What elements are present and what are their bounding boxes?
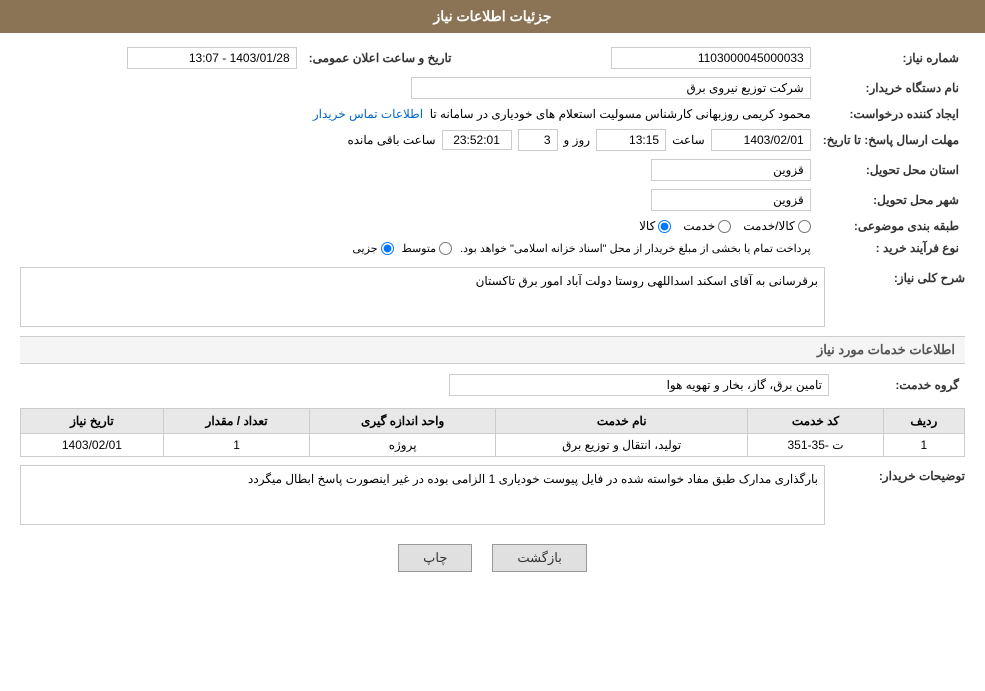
- row-service-group: گروه خدمت:: [20, 370, 965, 400]
- header-title: جزئیات اطلاعات نیاز: [433, 8, 551, 24]
- col-service-name: نام خدمت: [496, 409, 748, 434]
- col-unit: واحد اندازه گیری: [310, 409, 496, 434]
- buyer-name-input[interactable]: [411, 77, 811, 99]
- row-buyer-name: نام دستگاه خریدار:: [20, 73, 965, 103]
- cell-row: 1: [883, 434, 964, 457]
- purchase-type-note: پرداخت تمام یا بخشی از مبلغ خریدار از مح…: [460, 242, 811, 255]
- send-days-input[interactable]: [518, 129, 558, 151]
- need-description-label: شرح کلی نیاز:: [835, 267, 965, 285]
- send-time-label: ساعت: [672, 133, 705, 147]
- purchase-type-row: پرداخت تمام یا بخشی از مبلغ خریدار از مح…: [26, 242, 811, 255]
- radio-motavaset-label: متوسط: [402, 242, 437, 255]
- col-date: تاریخ نیاز: [21, 409, 164, 434]
- table-row: 1ت -35-351تولید، انتقال و توزیع برقپروژه…: [21, 434, 965, 457]
- buyer-notes-textarea[interactable]: بارگذاری مدارک طبق مفاد خواسته شده در فا…: [20, 465, 825, 525]
- category-radio-group: کالا/خدمت خدمت کالا: [26, 219, 811, 233]
- services-table-header-row: ردیف کد خدمت نام خدمت واحد اندازه گیری ت…: [21, 409, 965, 434]
- main-content: شماره نیاز: تاریخ و ساعت اعلان عمومی: نا…: [0, 33, 985, 598]
- send-date-input[interactable]: [711, 129, 811, 151]
- row-send-date: مهلت ارسال پاسخ: تا تاریخ: ساعت روز و 23…: [20, 125, 965, 155]
- creator-label: ایجاد کننده درخواست:: [817, 103, 965, 125]
- service-group-label: گروه خدمت:: [835, 370, 965, 400]
- print-button[interactable]: چاپ: [398, 544, 472, 572]
- radio-kala-label: کالا: [639, 219, 655, 233]
- back-button[interactable]: بازگشت: [492, 544, 586, 572]
- col-service-code: کد خدمت: [748, 409, 883, 434]
- radio-kala[interactable]: کالا: [639, 219, 671, 233]
- city-input[interactable]: [651, 189, 811, 211]
- announce-date-label: تاریخ و ساعت اعلان عمومی:: [303, 43, 458, 73]
- radio-khedmat[interactable]: خدمت: [683, 219, 731, 233]
- radio-kala-khedmat[interactable]: کالا/خدمت: [743, 219, 810, 233]
- send-remaining-label: ساعت باقی مانده: [347, 133, 435, 147]
- page-header: جزئیات اطلاعات نیاز: [0, 0, 985, 33]
- radio-jozei[interactable]: جزیی: [352, 242, 393, 255]
- creator-value: محمود کریمی روزبهانی کارشناس مسولیت استع…: [430, 107, 811, 121]
- cell-quantity: 1: [163, 434, 309, 457]
- radio-jozei-label: جزیی: [352, 242, 377, 255]
- row-province: استان محل تحویل:: [20, 155, 965, 185]
- need-number-label: شماره نیاز:: [817, 43, 965, 73]
- announce-date-input[interactable]: [127, 47, 297, 69]
- service-group-table: گروه خدمت:: [20, 370, 965, 400]
- creator-contact-link[interactable]: اطلاعات تماس خریدار: [313, 107, 423, 121]
- send-time-input[interactable]: [596, 129, 666, 151]
- send-date-row: ساعت روز و 23:52:01 ساعت باقی مانده: [26, 129, 811, 151]
- need-description-textarea[interactable]: برقرسانی به آقای اسکند اسداللهی روستا دو…: [20, 267, 825, 327]
- row-need-number: شماره نیاز: تاریخ و ساعت اعلان عمومی:: [20, 43, 965, 73]
- cell-unit: پروژه: [310, 434, 496, 457]
- col-row-number: ردیف: [883, 409, 964, 434]
- send-date-label: مهلت ارسال پاسخ: تا تاریخ:: [817, 125, 965, 155]
- province-label: استان محل تحویل:: [817, 155, 965, 185]
- col-quantity: تعداد / مقدار: [163, 409, 309, 434]
- cell-date: 1403/02/01: [21, 434, 164, 457]
- row-creator: ایجاد کننده درخواست: محمود کریمی روزبهان…: [20, 103, 965, 125]
- radio-kala-khedmat-label: کالا/خدمت: [743, 219, 794, 233]
- buyer-name-label: نام دستگاه خریدار:: [817, 73, 965, 103]
- radio-khedmat-label: خدمت: [683, 219, 715, 233]
- radio-motavaset[interactable]: متوسط: [402, 242, 453, 255]
- buyer-notes-label: توضیحات خریدار:: [835, 465, 965, 483]
- city-label: شهر محل تحویل:: [817, 185, 965, 215]
- page-container: جزئیات اطلاعات نیاز شماره نیاز: تاریخ و …: [0, 0, 985, 691]
- category-label: طبقه بندی موضوعی:: [817, 215, 965, 237]
- need-number-input[interactable]: [611, 47, 811, 69]
- cell-code: ت -35-351: [748, 434, 883, 457]
- info-table: شماره نیاز: تاریخ و ساعت اعلان عمومی: نا…: [20, 43, 965, 259]
- service-group-input[interactable]: [449, 374, 829, 396]
- row-category: طبقه بندی موضوعی: کالا/خدمت خدمت: [20, 215, 965, 237]
- buttons-row: بازگشت چاپ: [20, 544, 965, 572]
- province-input[interactable]: [651, 159, 811, 181]
- row-purchase-type: نوع فرآیند خرید : پرداخت تمام یا بخشی از…: [20, 237, 965, 259]
- send-time-remaining: 23:52:01: [442, 130, 512, 150]
- row-city: شهر محل تحویل:: [20, 185, 965, 215]
- cell-name: تولید، انتقال و توزیع برق: [496, 434, 748, 457]
- purchase-type-label: نوع فرآیند خرید :: [817, 237, 965, 259]
- services-table: ردیف کد خدمت نام خدمت واحد اندازه گیری ت…: [20, 408, 965, 457]
- send-days-label: روز و: [564, 133, 591, 147]
- services-section-title: اطلاعات خدمات مورد نیاز: [20, 336, 965, 364]
